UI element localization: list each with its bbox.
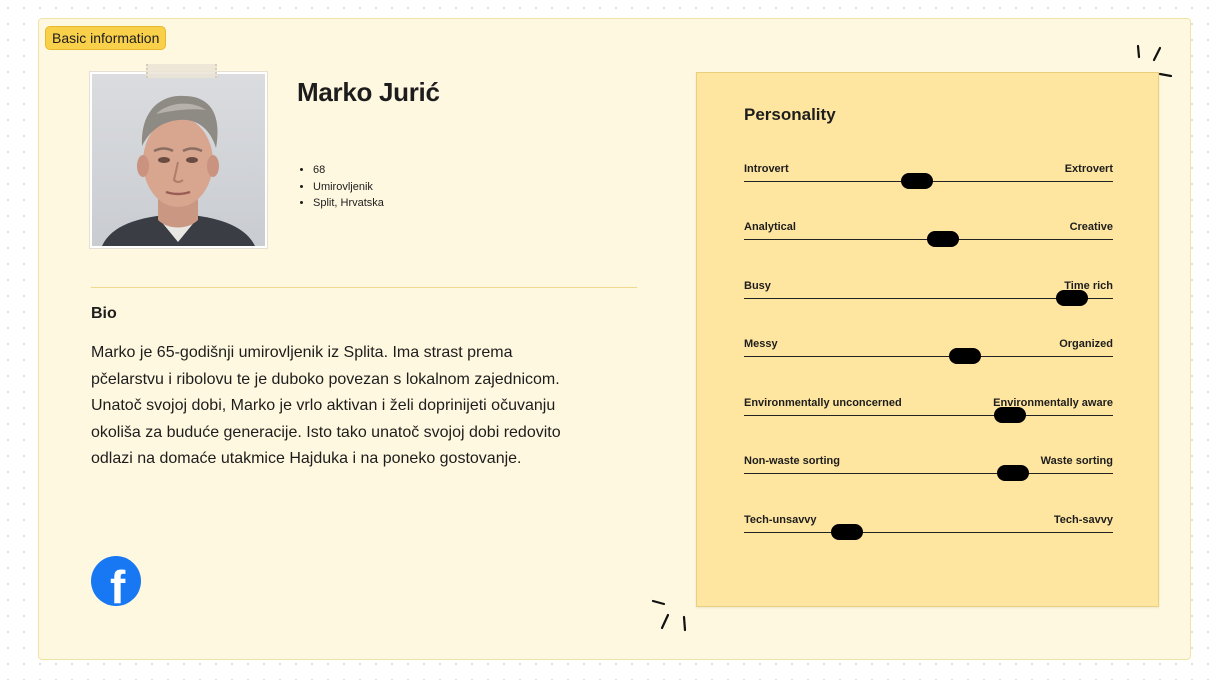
trait-right-label: Extrovert — [1064, 163, 1113, 175]
trait-slider-environment[interactable]: Environmentally unconcerned Environmenta… — [744, 397, 1113, 427]
trait-slider-busy-timerich[interactable]: Busy Time rich — [744, 280, 1113, 310]
scribble-top-right — [1136, 44, 1173, 78]
bio-line: okoliša za buduće generacije. Isto tako … — [91, 423, 561, 441]
trait-slider-waste-sorting[interactable]: Non-waste sorting Waste sorting — [744, 455, 1113, 485]
slider-knob[interactable] — [1056, 290, 1089, 306]
fact-age: 68 — [313, 162, 384, 179]
trait-left-label: Busy — [744, 280, 771, 292]
bio-line: pčelarstvu i ribolovu te je duboko povez… — [91, 370, 560, 388]
slider-track — [744, 356, 1113, 357]
facebook-icon[interactable]: f — [91, 556, 141, 606]
slider-track — [744, 532, 1113, 533]
trait-left-label: Analytical — [744, 221, 796, 233]
profile-photo — [92, 74, 265, 246]
photo-tape — [146, 64, 217, 78]
divider — [91, 287, 637, 288]
trait-left-label: Introvert — [744, 163, 789, 175]
trait-right-label: Waste sorting — [1040, 455, 1113, 467]
trait-left-label: Messy — [744, 338, 778, 350]
bio-title: Bio — [91, 305, 117, 322]
trait-left-label: Environmentally unconcerned — [744, 397, 902, 409]
slider-knob[interactable] — [997, 465, 1030, 481]
slider-knob[interactable] — [949, 348, 982, 364]
slider-track — [744, 415, 1113, 416]
trait-slider-tech[interactable]: Tech-unsavvy Tech-savvy — [744, 514, 1113, 544]
trait-right-label: Tech-savvy — [1053, 514, 1113, 526]
trait-left-label: Tech-unsavvy — [744, 514, 817, 526]
trait-slider-messy-organized[interactable]: Messy Organized — [744, 338, 1113, 368]
bio-line: odlazi na domaće utakmice Hajduka i na p… — [91, 450, 522, 468]
scribble-bottom-left — [651, 599, 687, 632]
profile-photo-frame — [89, 71, 268, 249]
trait-right-label: Organized — [1059, 338, 1113, 350]
fact-location: Split, Hrvatska — [313, 195, 384, 212]
slider-track — [744, 473, 1113, 474]
fact-occupation: Umirovljenik — [313, 179, 384, 196]
bio-line: Marko je 65-godišnji umirovljenik iz Spl… — [91, 344, 513, 361]
slider-knob[interactable] — [901, 173, 934, 189]
personality-title: Personality — [744, 105, 836, 124]
slider-knob[interactable] — [993, 407, 1026, 423]
trait-slider-analytical-creative[interactable]: Analytical Creative — [744, 221, 1113, 251]
slider-knob[interactable] — [831, 524, 864, 540]
persona-name: Marko Jurić — [297, 77, 440, 107]
bio-text: Marko je 65-godišnji umirovljenik iz Spl… — [91, 340, 631, 473]
trait-left-label: Non-waste sorting — [744, 455, 840, 467]
persona-facts: 68 Umirovljenik Split, Hrvatska — [303, 162, 384, 212]
slider-knob[interactable] — [927, 231, 960, 247]
trait-slider-introvert-extrovert[interactable]: Introvert Extrovert — [744, 163, 1113, 193]
trait-right-label: Creative — [1069, 221, 1113, 233]
bio-line: Unatoč svojoj dobi, Marko je vrlo aktiva… — [91, 397, 556, 415]
section-badge: Basic information — [45, 26, 167, 50]
